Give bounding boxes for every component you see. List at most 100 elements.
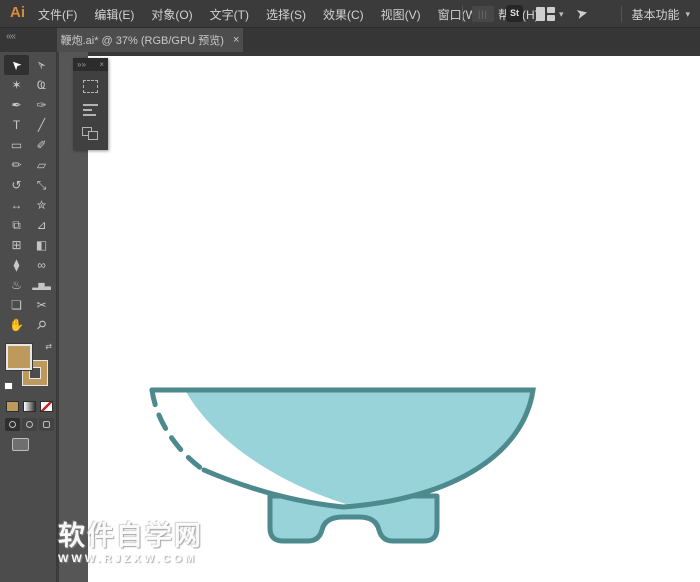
puppet-warp-tool-icon: ✮	[36, 198, 46, 212]
workspace-switcher[interactable]: 基本功能 ▾	[631, 0, 690, 28]
magic-wand-tool-icon: ✶	[11, 78, 21, 92]
bowl-artwork[interactable]	[88, 56, 700, 582]
graph-tool-icon: ▂▆▃	[32, 281, 50, 290]
draw-normal-button[interactable]	[5, 418, 20, 431]
gradient-button[interactable]	[23, 401, 36, 412]
menu-object[interactable]: 对象(O)	[151, 6, 192, 23]
default-fill-stroke-icon[interactable]	[4, 382, 13, 390]
direct-selection-tool-icon: ➢	[33, 56, 50, 73]
shape-builder-tool[interactable]: ⧉	[4, 215, 29, 235]
blend-tool-icon: ∞	[37, 258, 46, 272]
document-tab-bar: «« 鞭炮.ai* @ 37% (RGB/GPU 预览) ×	[0, 28, 700, 52]
color-button[interactable]	[6, 401, 19, 412]
line-segment-tool-icon: ╱	[38, 118, 45, 132]
perspective-grid-tool-icon: ⊿	[36, 218, 46, 232]
paintbrush-tool-icon: ✐	[36, 138, 46, 152]
slice-tool[interactable]: ✂	[29, 295, 54, 315]
selection-tool-icon: ➤	[8, 56, 25, 73]
rectangle-tool[interactable]: ▭	[4, 135, 29, 155]
panel-expand-icon[interactable]: »»	[77, 58, 86, 71]
fill-stroke-control: ⇄	[6, 344, 52, 396]
illustrator-logo-icon: Ai	[10, 4, 25, 21]
line-segment-tool[interactable]: ╱	[29, 115, 54, 135]
gradient-tool[interactable]: ◧	[29, 235, 54, 255]
tools-panel-collapse-icon[interactable]: ««	[6, 31, 15, 42]
document-tab-close-icon[interactable]: ×	[233, 34, 239, 46]
rotate-tool[interactable]: ↺	[4, 175, 29, 195]
draw-behind-button[interactable]	[22, 418, 37, 431]
symbol-sprayer-tool[interactable]: ♨	[4, 275, 29, 295]
menu-edit[interactable]: 编辑(E)	[94, 6, 134, 23]
zoom-tool-icon: ⚲	[33, 317, 49, 333]
magic-wand-tool[interactable]: ✶	[4, 75, 29, 95]
eyedropper-tool[interactable]: ⧫	[4, 255, 29, 275]
shaper-tool[interactable]: ✏	[4, 155, 29, 175]
slice-tool-icon: ✂	[36, 298, 46, 312]
graph-tool[interactable]: ▂▆▃	[29, 275, 54, 295]
panel-close-icon[interactable]: ×	[99, 58, 104, 71]
screen-mode-button[interactable]	[12, 438, 29, 451]
none-button[interactable]	[40, 401, 53, 412]
curvature-tool[interactable]: ✑	[29, 95, 54, 115]
pen-tool[interactable]: ✒	[4, 95, 29, 115]
pathfinder-panel-icon[interactable]	[82, 127, 99, 141]
lasso-tool[interactable]: Ҩ	[29, 75, 54, 95]
direct-selection-tool[interactable]: ➢	[29, 55, 54, 75]
width-tool[interactable]: ↔	[4, 195, 29, 215]
mesh-tool[interactable]: ⊞	[4, 235, 29, 255]
gradient-tool-icon: ◧	[36, 238, 47, 252]
shaper-tool-icon: ✏	[11, 158, 21, 172]
adobe-stock-icon[interactable]: St	[506, 5, 523, 22]
menu-list: 文件(F) 编辑(E) 对象(O) 文字(T) 选择(S) 效果(C) 视图(V…	[38, 0, 539, 28]
arrange-documents-icon[interactable]	[536, 7, 555, 21]
selection-tool[interactable]: ➤	[4, 55, 29, 75]
bowl-body-shape[interactable]	[185, 390, 533, 504]
draw-inside-button[interactable]	[39, 418, 54, 431]
eraser-tool-icon: ▱	[37, 158, 46, 172]
eraser-tool[interactable]: ▱	[29, 155, 54, 175]
menubar-separator	[621, 6, 622, 22]
workspace-label: 基本功能	[631, 6, 679, 23]
share-icon[interactable]: ➤	[574, 4, 589, 23]
menu-bar: Ai 文件(F) 编辑(E) 对象(O) 文字(T) 选择(S) 效果(C) 视…	[0, 0, 700, 28]
collapsed-panel-dock: »» ×	[73, 58, 108, 150]
scale-tool[interactable]: ⤡	[29, 175, 54, 195]
type-tool[interactable]: T	[4, 115, 29, 135]
arrange-documents-chevron-icon[interactable]: ▾	[559, 9, 564, 20]
artboard-tool-icon: ❏	[11, 298, 22, 312]
perspective-grid-tool[interactable]: ⊿	[29, 215, 54, 235]
fill-swatch[interactable]	[6, 344, 32, 370]
workspace-chevron-icon: ▾	[685, 9, 690, 20]
hand-tool[interactable]: ✋	[4, 315, 29, 335]
align-panel-icon[interactable]	[83, 104, 98, 116]
document-tab-title: 鞭炮.ai* @ 37% (RGB/GPU 预览)	[61, 32, 224, 48]
menu-select[interactable]: 选择(S)	[266, 6, 306, 23]
pen-tool-icon: ✒	[11, 98, 21, 112]
transform-panel-icon[interactable]	[83, 80, 98, 93]
paintbrush-tool[interactable]: ✐	[29, 135, 54, 155]
document-tab[interactable]: 鞭炮.ai* @ 37% (RGB/GPU 预览) ×	[57, 28, 243, 52]
scale-tool-icon: ⤡	[37, 178, 47, 193]
illustrator-window: Ai 文件(F) 编辑(E) 对象(O) 文字(T) 选择(S) 效果(C) 视…	[0, 0, 700, 582]
rectangle-tool-icon: ▭	[11, 138, 22, 152]
menu-file[interactable]: 文件(F)	[38, 6, 77, 23]
zoom-tool[interactable]: ⚲	[29, 315, 54, 335]
menu-type[interactable]: 文字(T)	[210, 6, 249, 23]
curvature-tool-icon: ✑	[36, 98, 46, 112]
menu-view[interactable]: 视图(V)	[381, 6, 421, 23]
tools-grid: ➤ ➢ ✶ Ҩ ✒ ✑ T ╱ ▭ ✐ ✏ ▱ ↺ ⤡ ↔ ✮ ⧉ ⊿ ⊞ ◧ …	[4, 55, 54, 335]
color-mode-buttons	[6, 401, 53, 412]
blend-tool[interactable]: ∞	[29, 255, 54, 275]
symbol-sprayer-tool-icon: ♨	[11, 278, 22, 292]
app-launcher-icon[interactable]: |||	[472, 6, 494, 22]
lasso-tool-icon: Ҩ	[37, 78, 46, 92]
swap-fill-stroke-icon[interactable]: ⇄	[45, 342, 52, 351]
hand-tool-icon: ✋	[9, 318, 24, 332]
menu-effect[interactable]: 效果(C)	[323, 6, 364, 23]
artboard-tool[interactable]: ❏	[4, 295, 29, 315]
mesh-tool-icon: ⊞	[11, 238, 21, 252]
puppet-warp-tool[interactable]: ✮	[29, 195, 54, 215]
menubar-separator	[462, 6, 463, 22]
tools-panel: ➤ ➢ ✶ Ҩ ✒ ✑ T ╱ ▭ ✐ ✏ ▱ ↺ ⤡ ↔ ✮ ⧉ ⊿ ⊞ ◧ …	[0, 52, 57, 582]
drawing-mode-buttons	[5, 418, 54, 431]
